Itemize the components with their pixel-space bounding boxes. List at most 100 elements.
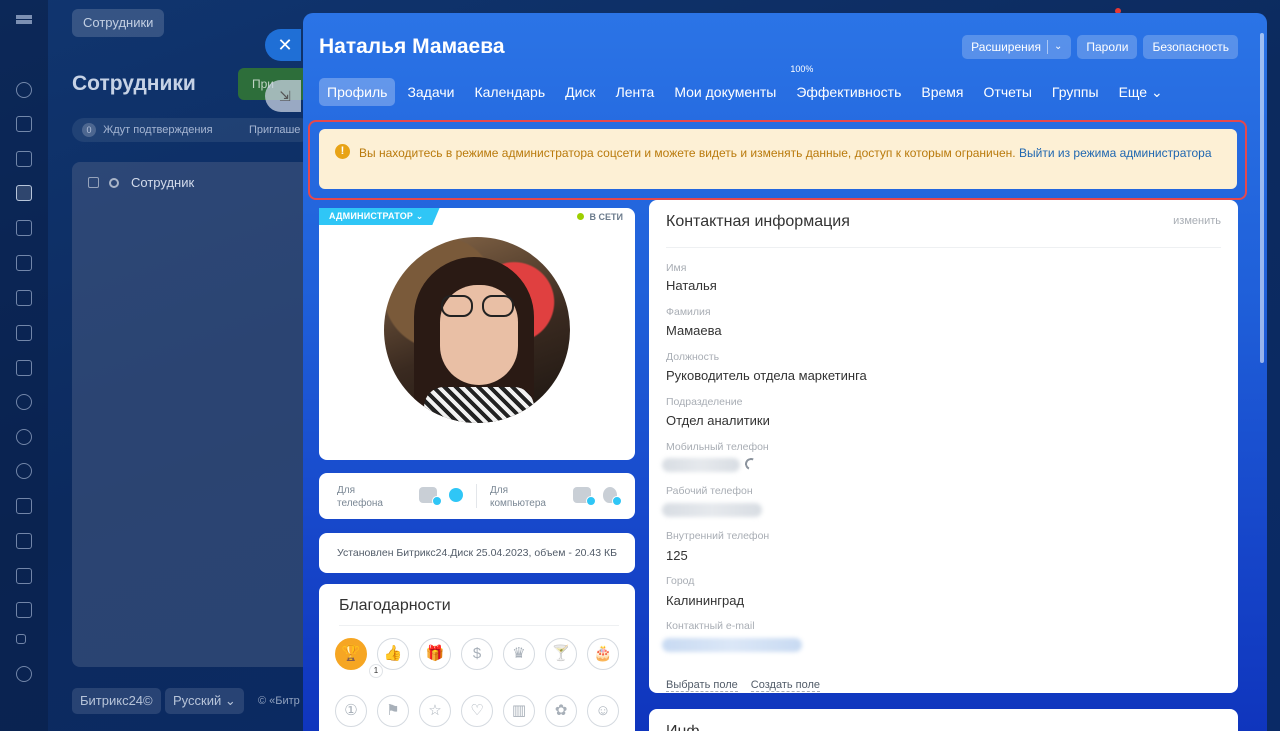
- admin-mode-alert: ! Вы находитесь в режиме администратора …: [319, 129, 1237, 189]
- first-name-value: Наталья: [666, 278, 717, 293]
- collapse-slider-button[interactable]: ⇲: [265, 80, 301, 112]
- document-icon[interactable]: [16, 151, 32, 167]
- alert-text: Вы находитесь в режиме администратора со…: [359, 146, 1016, 160]
- select-field-link[interactable]: Выбрать поле: [666, 679, 738, 692]
- apps-card: Для телефона Для компьютера: [319, 473, 635, 519]
- tab-groups[interactable]: Группы: [1044, 78, 1107, 106]
- contact-field-links: Выбрать поле Создать поле: [666, 679, 830, 692]
- windows-icon[interactable]: [573, 487, 596, 506]
- scrollbar[interactable]: [1260, 33, 1264, 363]
- first-name-label: Имя: [666, 262, 687, 274]
- close-slider-button[interactable]: ✕: [265, 29, 301, 61]
- disk-info-card: Установлен Битрикс24.Диск 25.04.2023, об…: [319, 533, 635, 573]
- cart-icon[interactable]: [16, 602, 32, 618]
- next-card-title: Инф: [666, 723, 700, 731]
- heart-icon[interactable]: ♡: [461, 695, 493, 727]
- create-field-link[interactable]: Создать поле: [750, 679, 821, 692]
- flag-icon[interactable]: ⚑: [377, 695, 409, 727]
- thumbs-up-icon[interactable]: 👍: [377, 638, 409, 670]
- tab-calendar[interactable]: Календарь: [466, 78, 553, 106]
- photo-card: АДМИНИСТРАТОР ⌄ В СЕТИ: [319, 208, 635, 460]
- top-buttons: Расширения ⌄ Пароли Безопасность: [962, 35, 1238, 59]
- cocktail-icon[interactable]: 🍸: [545, 638, 577, 670]
- select-all-checkbox[interactable]: [88, 177, 99, 188]
- chevron-down-icon[interactable]: ⌄: [1054, 35, 1062, 59]
- email-value-redacted[interactable]: [662, 638, 802, 652]
- cake-icon[interactable]: 🎂: [587, 638, 619, 670]
- gift-icon[interactable]: 🎁: [419, 638, 451, 670]
- avatar[interactable]: [384, 237, 570, 423]
- filter-awaiting[interactable]: Ждут подтверждения: [103, 124, 212, 136]
- task-icon[interactable]: [16, 533, 32, 549]
- filter-invited[interactable]: Приглаше: [249, 118, 300, 142]
- email-label: Контактный e-mail: [666, 620, 755, 632]
- last-name-value: Мамаева: [666, 323, 722, 338]
- footer-brand[interactable]: Битрикс24©: [72, 688, 161, 714]
- admin-role-badge[interactable]: АДМИНИСТРАТОР ⌄: [319, 208, 440, 225]
- extensions-button[interactable]: Расширения ⌄: [962, 35, 1072, 59]
- tab-my-documents[interactable]: Мои документы: [666, 78, 784, 106]
- calendar-icon[interactable]: [16, 220, 32, 236]
- grid-settings-icon[interactable]: [109, 178, 119, 188]
- extensions-label: Расширения: [971, 40, 1041, 54]
- edit-contacts-link[interactable]: изменить: [1173, 215, 1221, 227]
- medal-icon[interactable]: ①: [335, 695, 367, 727]
- mail-icon[interactable]: [16, 360, 32, 376]
- android-icon[interactable]: [419, 487, 442, 506]
- tab-time[interactable]: Время: [913, 78, 971, 106]
- smile-icon[interactable]: ☺: [587, 695, 619, 727]
- settings-ring-icon[interactable]: [16, 429, 32, 445]
- employees-icon[interactable]: [16, 185, 32, 201]
- apple-icon[interactable]: [603, 487, 622, 506]
- filter-bar[interactable]: 0 Ждут подтверждения Приглаше: [72, 118, 312, 142]
- exit-admin-mode-link[interactable]: Выйти из режима администратора: [1019, 146, 1212, 160]
- filter-icon[interactable]: [16, 568, 32, 584]
- footer-copyright: © «Битр: [258, 695, 300, 707]
- online-status: В СЕТИ: [576, 212, 623, 222]
- user-name: Наталья Мамаева: [319, 35, 505, 58]
- passwords-button[interactable]: Пароли: [1077, 35, 1138, 59]
- profile-slider: Наталья Мамаева Расширения ⌄ Пароли Безо…: [303, 13, 1267, 731]
- breadcrumb[interactable]: Сотрудники: [72, 9, 165, 37]
- desktop-apps-label: Для компьютера: [490, 485, 546, 509]
- trophy-icon[interactable]: 🏆: [335, 638, 367, 670]
- city-label: Город: [666, 575, 695, 587]
- image-icon[interactable]: [16, 255, 32, 271]
- headset-icon[interactable]: [16, 463, 32, 479]
- beer-icon[interactable]: ▥: [503, 695, 535, 727]
- menu-icon[interactable]: [16, 15, 32, 31]
- arrow-icon[interactable]: [16, 634, 26, 644]
- grid-header: Сотрудник: [72, 162, 312, 204]
- chat-icon[interactable]: [16, 116, 32, 132]
- call-icon[interactable]: [743, 456, 759, 472]
- language-select[interactable]: Русский ⌄: [165, 688, 244, 714]
- contacts-icon[interactable]: [16, 394, 32, 410]
- city-value: Калининград: [666, 593, 745, 608]
- drive-icon[interactable]: [16, 325, 32, 341]
- work-phone-label: Рабочий телефон: [666, 485, 753, 497]
- tab-disk[interactable]: Диск: [557, 78, 603, 106]
- feed-icon[interactable]: [16, 82, 32, 98]
- thanks-title: Благодарности: [339, 597, 451, 614]
- work-phone-value-redacted: [662, 503, 762, 517]
- last-name-label: Фамилия: [666, 306, 711, 318]
- security-button[interactable]: Безопасность: [1143, 35, 1238, 59]
- tab-efficiency[interactable]: 100% Эффективность: [788, 64, 909, 106]
- tab-more[interactable]: Еще ⌄: [1111, 78, 1171, 106]
- monitor-icon[interactable]: [16, 498, 32, 514]
- crown-icon[interactable]: ♛: [503, 638, 535, 670]
- appstore-icon[interactable]: [449, 488, 463, 502]
- next-card: Инф: [649, 709, 1238, 731]
- efficiency-badge: 100%: [790, 64, 814, 74]
- tab-profile[interactable]: Профиль: [319, 78, 396, 106]
- flower-icon[interactable]: ✿: [545, 695, 577, 727]
- tab-reports[interactable]: Отчеты: [976, 78, 1040, 106]
- tab-feed[interactable]: Лента: [608, 78, 663, 106]
- tab-tasks[interactable]: Задачи: [399, 78, 462, 106]
- contact-info-title: Контактная информация: [666, 213, 850, 230]
- money-bag-icon[interactable]: $: [461, 638, 493, 670]
- gear-icon[interactable]: [16, 666, 32, 682]
- file-icon[interactable]: [16, 290, 32, 306]
- position-label: Должность: [666, 351, 720, 363]
- star-icon[interactable]: ☆: [419, 695, 451, 727]
